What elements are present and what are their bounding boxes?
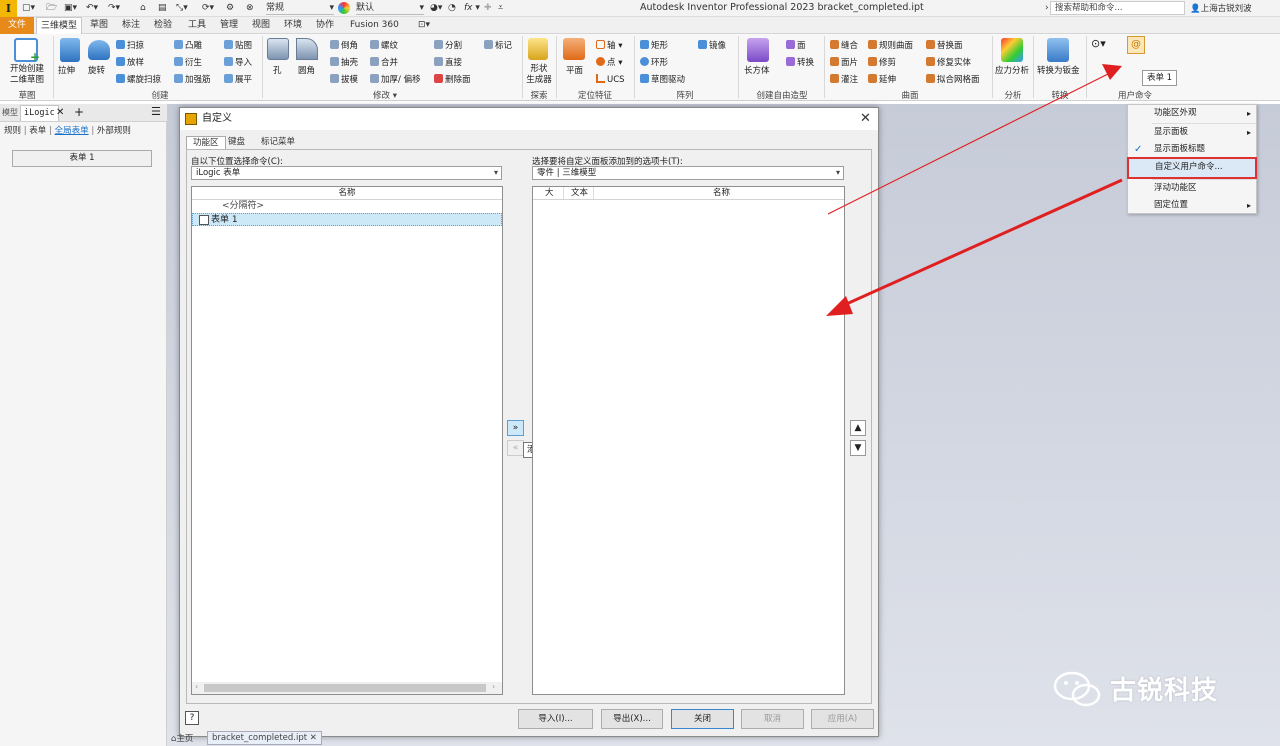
- wechat-icon: [1053, 671, 1101, 707]
- arrow-line-thin: [827, 73, 1109, 215]
- home-tab[interactable]: ⌂主页: [171, 732, 193, 744]
- watermark-text: 古锐科技: [1110, 676, 1219, 706]
- arrow-head-thin: [1102, 64, 1122, 80]
- annotation-arrows: [826, 64, 1123, 316]
- arrow-line-thick: [841, 178, 1123, 308]
- document-tabs: ⌂主页 bracket_completed.ipt ✕: [167, 730, 467, 746]
- arrow-head-thick: [826, 296, 853, 316]
- close-icon[interactable]: ✕: [310, 733, 317, 743]
- document-tab[interactable]: bracket_completed.ipt ✕: [207, 731, 322, 745]
